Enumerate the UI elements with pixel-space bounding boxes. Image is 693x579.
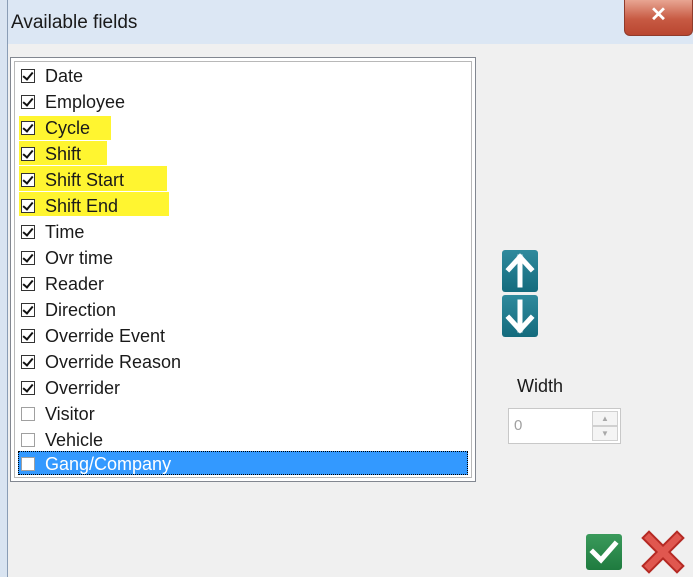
list-item[interactable]: Date [21,63,83,88]
checkbox[interactable] [21,120,35,135]
width-label: Width [517,376,564,396]
field-label: Overrider [45,377,121,398]
field-label: Direction [45,299,117,320]
checkbox[interactable] [21,276,35,291]
field-label: Override Event [45,325,166,346]
field-label: Override Reason [45,351,182,372]
chevron-up-icon: ▲ [601,414,609,423]
x-icon [641,530,685,574]
title-bar: Available fields ✕ [0,0,693,44]
checkbox[interactable] [21,224,35,239]
list-item[interactable]: Visitor [21,401,95,426]
field-label: Shift [45,143,82,164]
field-label: Reader [45,273,105,294]
arrow-up-icon [505,253,535,288]
field-label: Gang/Company [45,453,172,474]
close-icon: ✕ [650,4,667,26]
fields-listbox[interactable]: Date Employee Cycle Shift Shift Start Sh… [10,57,476,482]
fields-list: Date Employee Cycle Shift Shift Start Sh… [14,61,472,478]
list-item[interactable]: Shift [21,141,81,166]
list-item[interactable]: Override Reason [21,349,181,374]
available-fields-dialog: Available fields ✕ Date Employee Cycle S… [0,0,693,577]
field-label: Shift End [45,195,119,216]
width-value[interactable]: 0 [514,417,522,434]
checkbox[interactable] [21,302,35,317]
field-label: Shift Start [45,169,125,190]
ok-button[interactable] [586,534,622,570]
width-spinner[interactable]: 0 ▲ ▼ [508,408,621,444]
list-item[interactable]: Vehicle [21,427,103,452]
list-item[interactable]: Ovr time [21,245,113,270]
checkmark-icon [589,540,619,564]
field-label: Time [45,221,85,242]
checkbox[interactable] [21,380,35,395]
close-button[interactable]: ✕ [624,0,693,36]
list-item-selected[interactable]: Gang/Company [21,451,171,476]
list-item[interactable]: Direction [21,297,116,322]
checkbox[interactable] [21,146,35,161]
chevron-down-icon: ▼ [601,429,609,438]
cancel-button[interactable] [641,530,685,574]
field-label: Date [45,65,84,86]
list-item[interactable]: Overrider [21,375,120,400]
move-down-button[interactable] [502,295,538,337]
field-label: Visitor [45,403,95,424]
checkbox[interactable] [21,456,35,471]
checkbox[interactable] [21,406,35,421]
list-item[interactable]: Time [21,219,84,244]
list-item[interactable]: Cycle [21,115,90,140]
list-item[interactable]: Shift Start [21,167,124,192]
field-label: Ovr time [45,247,114,268]
checkbox[interactable] [21,198,35,213]
window-frame-edge [0,0,8,577]
checkbox[interactable] [21,432,35,447]
list-item[interactable]: Override Event [21,323,165,348]
checkbox[interactable] [21,250,35,265]
field-label: Vehicle [45,429,104,450]
field-label: Cycle [45,117,91,138]
field-label: Employee [45,91,126,112]
move-up-button[interactable] [502,250,538,292]
checkbox[interactable] [21,172,35,187]
checkbox[interactable] [21,328,35,343]
checkbox[interactable] [21,94,35,109]
list-item[interactable]: Employee [21,89,125,114]
dialog-title: Available fields [11,12,138,33]
spin-up-button[interactable]: ▲ [592,411,618,426]
list-item[interactable]: Reader [21,271,104,296]
list-item[interactable]: Shift End [21,193,118,218]
spin-down-button[interactable]: ▼ [592,426,618,441]
arrow-down-icon [505,299,535,334]
checkbox[interactable] [21,354,35,369]
checkbox[interactable] [21,68,35,83]
